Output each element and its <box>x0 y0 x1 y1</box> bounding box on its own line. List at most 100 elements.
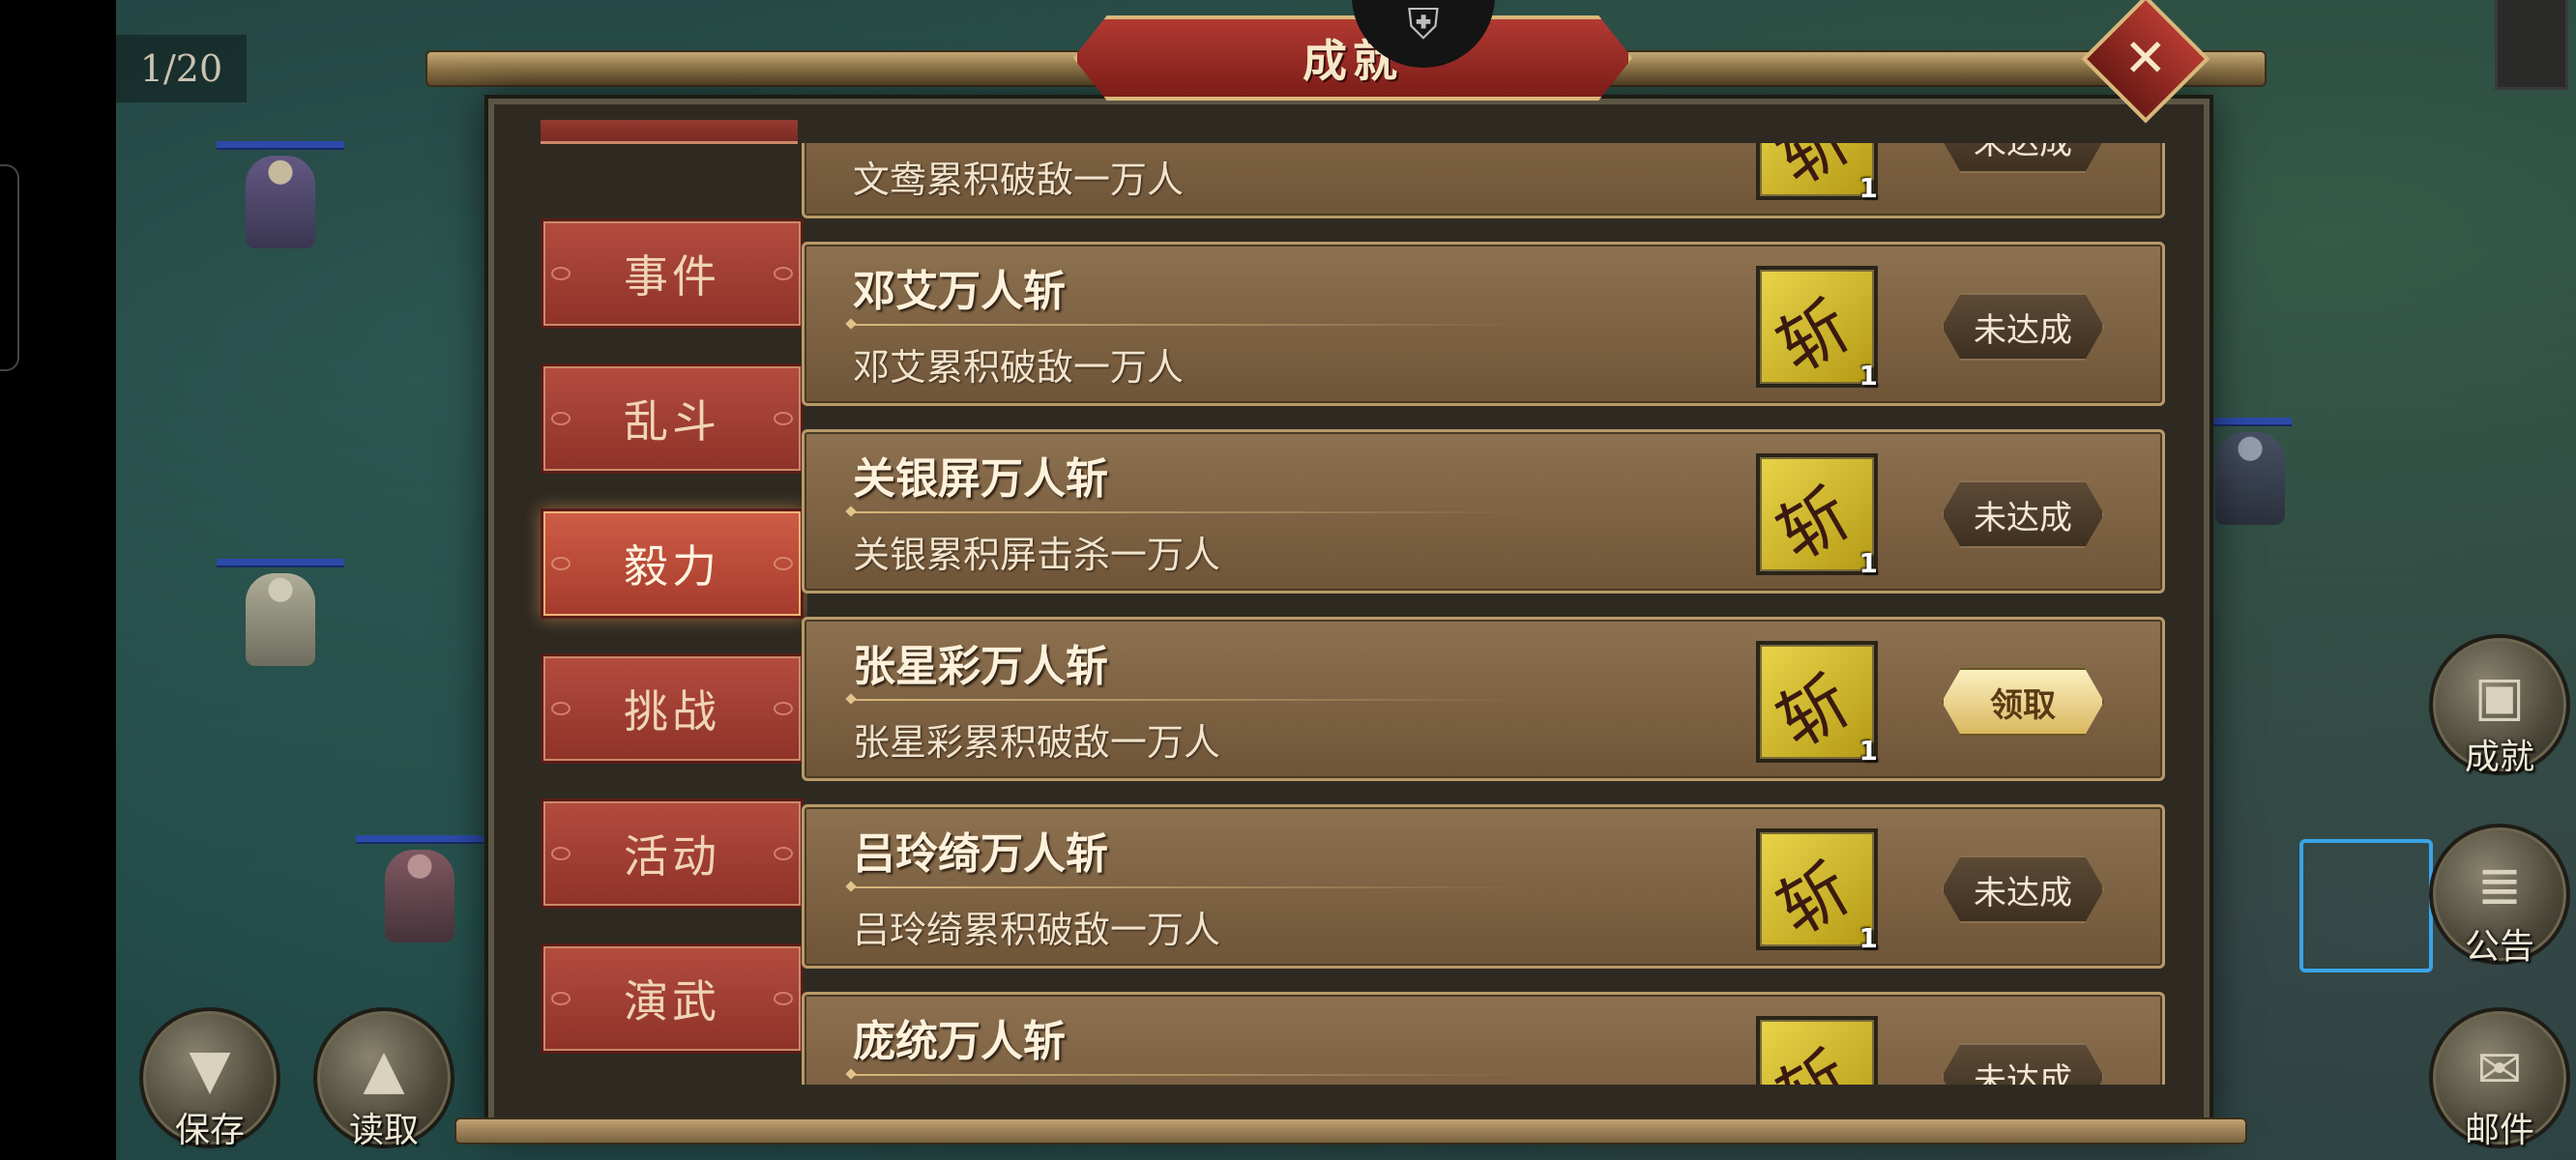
load-label: 读取 <box>348 1111 419 1150</box>
achievement-row: 吕玲绮万人斩 吕玲绮累积破敌一万人 斩 1 未达成 <box>802 804 2165 969</box>
tab-challenge[interactable]: 挑战 <box>541 653 804 764</box>
map-unit[interactable] <box>2209 418 2292 525</box>
save-label: 保存 <box>174 1111 245 1150</box>
achievement-name: 吕玲绮万人斩 <box>853 829 1108 879</box>
tab-ornament <box>774 557 793 570</box>
row-divider <box>851 324 1528 326</box>
reward-qty: 1 <box>1859 172 1878 204</box>
tab-ornament <box>551 557 571 570</box>
mail-button[interactable]: ✉ 邮件 <box>2429 1007 2570 1150</box>
battle-axe-icon: 斩 <box>1764 285 1863 389</box>
unit-sprite <box>246 573 315 666</box>
save-button[interactable]: ▼ 保存 <box>139 1007 280 1150</box>
mail-label: 邮件 <box>2464 1111 2534 1150</box>
tab-ornament <box>774 702 793 715</box>
tab-drill[interactable]: 演武 <box>541 943 804 1054</box>
status-button[interactable]: 未达成 <box>1942 856 2104 923</box>
battle-axe-icon: 斩 <box>1764 143 1863 201</box>
achievement-button[interactable]: ▣ 成就 <box>2429 634 2570 777</box>
unit-hp-bar <box>2209 418 2292 426</box>
reward-slot[interactable]: 斩 <box>1756 1016 1878 1085</box>
achievement-desc: 张星彩累积破敌一万人 <box>853 721 1221 764</box>
achievement-name: 张星彩万人斩 <box>853 642 1108 691</box>
tab-activity[interactable]: 活动 <box>541 798 804 909</box>
scroll-up-icon: ▲ <box>363 1038 405 1101</box>
row-divider <box>851 511 1528 513</box>
achievement-desc: 文鸯累积破敌一万人 <box>853 159 1185 201</box>
map-unit[interactable] <box>217 559 344 666</box>
category-sidebar: 事件 乱斗 毅力 挑战 活动 演武 <box>517 120 807 1087</box>
achievement-row: 邓艾万人斩 邓艾累积破敌一万人 斩 1 未达成 <box>802 242 2165 406</box>
unit-hp-bar <box>217 141 344 150</box>
unit-sprite <box>246 156 315 248</box>
achievement-row: 关银屏万人斩 关银累积屏击杀一万人 斩 1 未达成 <box>802 429 2165 594</box>
scroll-icon: ≣ <box>2476 855 2523 917</box>
row-divider <box>851 699 1528 701</box>
unit-sprite <box>2215 432 2285 525</box>
tab-label: 毅力 <box>624 540 720 593</box>
minimap-icon[interactable] <box>2495 0 2568 90</box>
battle-axe-icon: 斩 <box>1764 848 1863 951</box>
tab-ornament <box>774 412 793 425</box>
load-button[interactable]: ▲ 读取 <box>313 1007 454 1150</box>
achievement-label: 成就 <box>2464 738 2534 777</box>
row-divider <box>851 886 1528 888</box>
reward-slot[interactable]: 斩 1 <box>1756 641 1878 767</box>
tab-label: 活动 <box>624 830 720 883</box>
battle-axe-icon: 斩 <box>1764 473 1863 576</box>
tab-ornament <box>551 992 571 1005</box>
reward-qty: 1 <box>1859 922 1878 954</box>
tab-ornament <box>551 412 571 425</box>
achievement-desc: 关银累积屏击杀一万人 <box>853 534 1221 576</box>
mail-icon: ✉ <box>2476 1038 2523 1101</box>
notice-button[interactable]: ≣ 公告 <box>2429 824 2570 967</box>
tab-label: 挑战 <box>624 685 720 738</box>
status-button[interactable]: 未达成 <box>1942 1043 2104 1085</box>
device-edge <box>0 164 19 371</box>
close-icon: ✕ <box>2123 28 2168 89</box>
tab-ornament <box>551 847 571 860</box>
achievement-name: 关银屏万人斩 <box>853 454 1108 504</box>
reward-slot[interactable]: 斩 1 <box>1756 453 1878 579</box>
achievement-row: 庞统万人斩 斩 未达成 <box>802 992 2165 1085</box>
achievement-dialog: 事件 乱斗 毅力 挑战 活动 演武 文鸯累积破敌一万人 斩 1 邓艾万人斩 邓艾… <box>488 99 2210 1135</box>
unit-hp-bar <box>217 559 344 567</box>
tab-perseverance[interactable]: 毅力 <box>541 508 804 619</box>
reward-slot[interactable]: 斩 1 <box>1756 143 1878 204</box>
achievement-list[interactable]: 文鸯累积破敌一万人 斩 1 未达成 邓艾万人斩 邓艾累积破敌一万人 斩 1 未达… <box>802 143 2171 1085</box>
notice-label: 公告 <box>2464 927 2534 967</box>
claim-button[interactable]: 领取 <box>1942 668 2104 736</box>
achievement-row: 张星彩万人斩 张星彩累积破敌一万人 斩 1 领取 <box>802 617 2165 781</box>
map-unit[interactable] <box>356 835 483 942</box>
status-button[interactable]: 未达成 <box>1942 143 2104 173</box>
reward-qty: 1 <box>1859 547 1878 579</box>
unit-hp-bar <box>356 835 483 844</box>
tab-melee[interactable]: 乱斗 <box>541 363 804 474</box>
map-unit[interactable] <box>217 141 344 248</box>
tab-ornament <box>551 267 571 280</box>
status-button[interactable]: 未达成 <box>1942 480 2104 548</box>
achievement-desc: 吕玲绮累积破敌一万人 <box>853 909 1221 951</box>
achievement-row: 文鸯累积破敌一万人 斩 1 未达成 <box>802 143 2165 218</box>
tab-ornament <box>774 847 793 860</box>
achievement-name: 庞统万人斩 <box>853 1017 1066 1066</box>
tab-label: 乱斗 <box>624 395 720 448</box>
dialog-bottom-rail <box>454 1117 2247 1145</box>
tab-ornament <box>551 702 571 715</box>
reward-slot[interactable]: 斩 1 <box>1756 828 1878 954</box>
dialog-title-plaque: 成就 <box>1073 15 1632 101</box>
tab-ornament <box>774 992 793 1005</box>
reward-slot[interactable]: 斩 1 <box>1756 266 1878 392</box>
sidebar-tab-partial[interactable] <box>541 120 798 144</box>
tab-events[interactable]: 事件 <box>541 218 804 329</box>
unit-sprite <box>385 850 454 942</box>
reward-qty: 1 <box>1859 360 1878 392</box>
status-button[interactable]: 未达成 <box>1942 293 2104 361</box>
scroll-down-icon: ▼ <box>189 1038 231 1101</box>
tab-label: 事件 <box>624 250 720 303</box>
row-divider <box>851 1074 1528 1076</box>
battle-axe-icon: 斩 <box>1764 660 1863 764</box>
reward-qty: 1 <box>1859 735 1878 767</box>
battle-axe-icon: 斩 <box>1757 1023 1864 1085</box>
turn-counter: 1/20 <box>116 35 247 102</box>
